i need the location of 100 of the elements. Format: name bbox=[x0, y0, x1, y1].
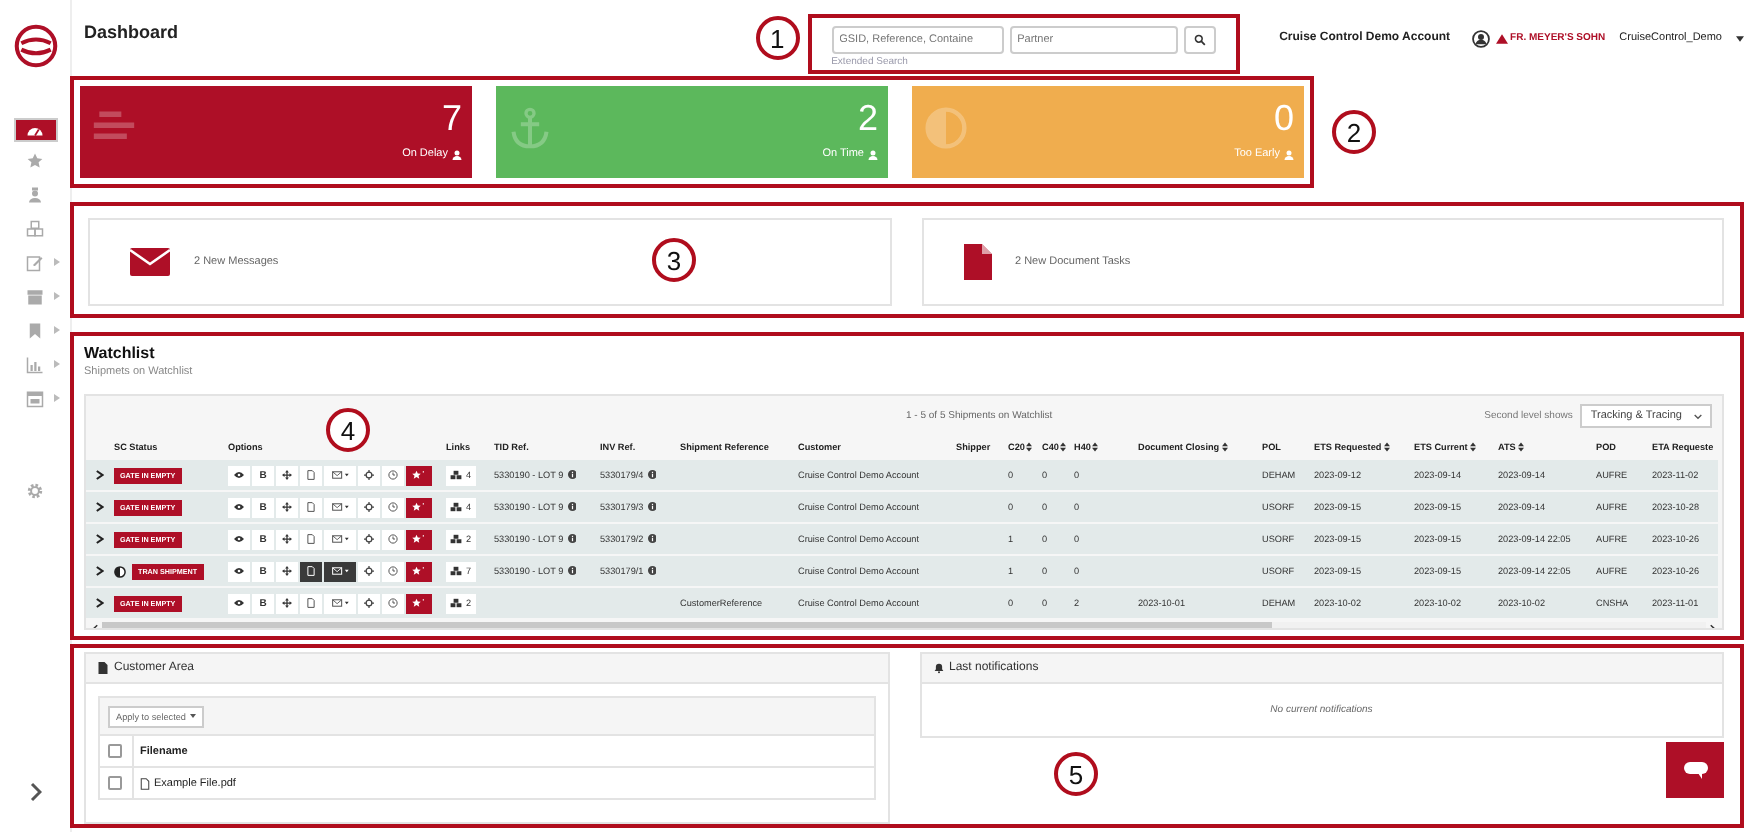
bar-chart-icon bbox=[26, 356, 44, 374]
cubes-icon bbox=[450, 502, 462, 512]
mail-dropdown[interactable] bbox=[324, 561, 356, 581]
crosshair-icon bbox=[364, 598, 374, 608]
calendar-icon bbox=[26, 390, 44, 408]
info-icon[interactable] bbox=[647, 502, 657, 512]
user-avatar-icon[interactable] bbox=[1472, 29, 1491, 47]
clock-icon bbox=[388, 598, 398, 608]
chat-button[interactable] bbox=[1666, 742, 1724, 798]
sort-icon[interactable] bbox=[1469, 442, 1476, 453]
move-button[interactable] bbox=[276, 497, 298, 517]
document-button[interactable] bbox=[300, 465, 322, 485]
watch-button[interactable] bbox=[406, 497, 432, 517]
envelope-icon bbox=[130, 248, 170, 276]
section-title: Watchlist bbox=[84, 344, 157, 362]
mail-dropdown[interactable] bbox=[324, 593, 356, 613]
sidebar-item[interactable] bbox=[13, 118, 57, 142]
info-icon[interactable] bbox=[647, 566, 657, 576]
star-icon bbox=[26, 152, 44, 170]
bust-icon bbox=[26, 186, 44, 204]
sort-icon[interactable] bbox=[1383, 442, 1390, 453]
eye-icon bbox=[234, 470, 244, 480]
clock-icon bbox=[388, 502, 398, 512]
envelope-caret-icon bbox=[331, 598, 349, 608]
expand-row-icon[interactable] bbox=[96, 566, 104, 576]
logo-icon[interactable] bbox=[13, 24, 57, 68]
search-icon bbox=[1193, 34, 1206, 46]
card-count: 2 bbox=[857, 96, 878, 140]
locate-button[interactable] bbox=[358, 497, 380, 517]
document-button[interactable] bbox=[300, 529, 322, 549]
bell-icon bbox=[933, 662, 943, 674]
mail-dropdown[interactable] bbox=[324, 529, 356, 549]
info-icon[interactable] bbox=[567, 534, 577, 544]
crosshair-icon bbox=[364, 502, 374, 512]
edit-icon bbox=[26, 254, 44, 272]
document-icon bbox=[306, 470, 316, 480]
sort-icon[interactable] bbox=[1517, 442, 1524, 453]
watch-button[interactable] bbox=[406, 561, 432, 581]
locate-button[interactable] bbox=[358, 465, 380, 485]
eye-icon bbox=[234, 534, 244, 544]
info-icon[interactable] bbox=[567, 470, 577, 480]
move-icon bbox=[282, 534, 292, 544]
expand-row-icon[interactable] bbox=[96, 470, 104, 480]
document-icon bbox=[306, 534, 316, 544]
row-checkbox[interactable] bbox=[108, 776, 122, 790]
info-icon[interactable] bbox=[647, 534, 657, 544]
info-icon[interactable] bbox=[647, 470, 657, 480]
document-button[interactable] bbox=[300, 593, 322, 613]
expand-row-icon[interactable] bbox=[96, 598, 104, 608]
search-button[interactable] bbox=[1183, 26, 1216, 54]
select-all-checkbox[interactable] bbox=[108, 744, 122, 758]
envelope-caret-icon bbox=[331, 502, 349, 512]
caret-icon[interactable] bbox=[1736, 35, 1744, 41]
settings-icon bbox=[26, 482, 44, 500]
clock-icon bbox=[388, 566, 398, 576]
caret-icon bbox=[190, 714, 196, 718]
info-icon[interactable] bbox=[567, 502, 577, 512]
document-button[interactable] bbox=[300, 497, 322, 517]
view-button[interactable] bbox=[228, 529, 250, 549]
mail-dropdown[interactable] bbox=[324, 465, 356, 485]
info-icon[interactable] bbox=[567, 566, 577, 576]
cubes-icon bbox=[450, 470, 462, 480]
move-icon bbox=[282, 566, 292, 576]
locate-button[interactable] bbox=[358, 561, 380, 581]
document-icon bbox=[98, 662, 108, 674]
caret-icon bbox=[53, 326, 59, 334]
caret-icon bbox=[53, 360, 59, 368]
view-button[interactable] bbox=[228, 497, 250, 517]
move-icon bbox=[282, 470, 292, 480]
half-circle-icon bbox=[924, 106, 968, 150]
move-button[interactable] bbox=[276, 529, 298, 549]
view-button[interactable] bbox=[228, 593, 250, 613]
expand-row-icon[interactable] bbox=[96, 502, 104, 512]
sort-icon[interactable] bbox=[1026, 442, 1033, 453]
move-button[interactable] bbox=[276, 593, 298, 613]
view-button[interactable] bbox=[228, 561, 250, 581]
document-button[interactable] bbox=[300, 561, 322, 581]
locate-button[interactable] bbox=[358, 593, 380, 613]
locate-button[interactable] bbox=[358, 529, 380, 549]
sort-icon[interactable] bbox=[1060, 442, 1067, 453]
sort-icon[interactable] bbox=[1221, 442, 1228, 453]
view-button[interactable] bbox=[228, 465, 250, 485]
caret-icon bbox=[1694, 413, 1702, 419]
mail-dropdown[interactable] bbox=[324, 497, 356, 517]
cubes-icon bbox=[450, 566, 462, 576]
envelope-caret-icon bbox=[331, 566, 349, 576]
clock-icon bbox=[388, 534, 398, 544]
page-title: Dashboard bbox=[84, 22, 179, 42]
caret-icon bbox=[53, 258, 59, 266]
watch-button[interactable] bbox=[406, 593, 432, 613]
expand-row-icon[interactable] bbox=[96, 534, 104, 544]
move-icon bbox=[282, 502, 292, 512]
sort-icon[interactable] bbox=[1092, 442, 1099, 453]
move-button[interactable] bbox=[276, 465, 298, 485]
document-icon bbox=[963, 244, 991, 280]
person-icon bbox=[868, 149, 878, 159]
move-button[interactable] bbox=[276, 561, 298, 581]
watch-button[interactable] bbox=[406, 529, 432, 549]
envelope-caret-icon bbox=[331, 534, 349, 544]
watch-button[interactable] bbox=[406, 465, 432, 485]
